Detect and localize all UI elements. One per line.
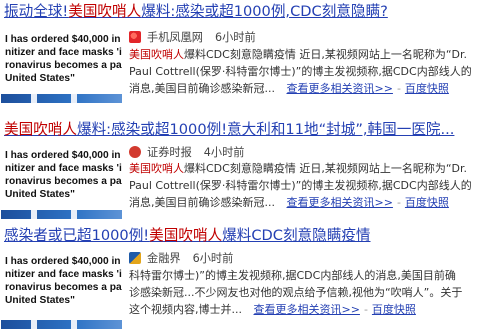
thumb-text-line: ronavirus becomes a pandem bbox=[5, 176, 122, 187]
phoenix-icon bbox=[129, 31, 141, 43]
result-snippet: 科特雷尔博士)”的博主发视频称,据CDC内部线人的消息,美国目前确 诊感染新冠.… bbox=[129, 267, 495, 318]
thumb-text-line: I has ordered $40,000 in han bbox=[5, 34, 122, 45]
result-title-link[interactable]: 美国吹哨人爆料:感染或超1000例!意大利和11地“封城”,韩国一医院... bbox=[4, 120, 497, 139]
securities-times-icon bbox=[129, 146, 141, 158]
title-prefix[interactable]: 感染者或已超1000例! bbox=[4, 227, 149, 244]
snippet-line: 美国吹哨人爆料CDC刻意隐瞒疫情 近日,某视频网站上一名昵称为“Dr. bbox=[129, 162, 468, 175]
result-source: 证券时报 4小时前 bbox=[129, 144, 244, 160]
source-name[interactable]: 证券时报 bbox=[147, 144, 192, 160]
result-thumbnail[interactable]: I has ordered $40,000 in han nitizer and… bbox=[1, 27, 122, 103]
baidu-snapshot-link[interactable]: 百度快照 bbox=[405, 196, 449, 209]
source-time: 4小时前 bbox=[203, 146, 245, 159]
snippet-line: 美国吹哨人爆料CDC刻意隐瞒疫情 近日,某视频网站上一名昵称为“Dr. bbox=[129, 48, 468, 61]
result-thumbnail[interactable]: I has ordered $40,000 in han nitizer and… bbox=[1, 143, 122, 219]
thumb-text-line: United States" bbox=[5, 73, 75, 84]
thumb-text-line: ronavirus becomes a pandem bbox=[5, 60, 122, 71]
snippet-line: 消息,美国目前确诊感染新冠... 查看更多相关资讯>> - 百度快照 bbox=[129, 82, 449, 95]
title-highlight[interactable]: 美国吹哨人 bbox=[4, 121, 77, 138]
snippet-line: Paul Cottrell(保罗·科特雷尔博士)”的博主发视频称,据CDC内部线… bbox=[129, 65, 472, 78]
more-news-link[interactable]: 查看更多相关资讯>> bbox=[287, 82, 393, 95]
result-title-link[interactable]: 振动全球!美国吹哨人爆料:感染或超1000例,CDC刻意隐瞒? bbox=[4, 2, 497, 21]
snippet-line: Paul Cottrell(保罗·科特雷尔博士)”的博主发视频称,据CDC内部线… bbox=[129, 179, 472, 192]
thumb-text-line: nitizer and face masks 'in case bbox=[5, 269, 122, 280]
more-news-link[interactable]: 查看更多相关资讯>> bbox=[254, 303, 360, 316]
thumb-text-line: nitizer and face masks 'in case bbox=[5, 47, 122, 58]
thumb-text-line: I has ordered $40,000 in han bbox=[5, 150, 122, 161]
snippet-line: 科特雷尔博士)”的博主发视频称,据CDC内部线人的消息,美国目前确 bbox=[129, 269, 456, 282]
result-source: 金融界 6小时前 bbox=[129, 250, 233, 266]
jrj-icon bbox=[129, 252, 141, 264]
baidu-snapshot-link[interactable]: 百度快照 bbox=[405, 82, 449, 95]
result-source: 手机凤凰网 6小时前 bbox=[129, 29, 256, 45]
result-snippet: 美国吹哨人爆料CDC刻意隐瞒疫情 近日,某视频网站上一名昵称为“Dr. Paul… bbox=[129, 46, 495, 97]
snippet-line: 这个视频内容,博士并... 查看更多相关资讯>> - 百度快照 bbox=[129, 303, 416, 316]
title-suffix[interactable]: 爆料:感染或超1000例,CDC刻意隐瞒? bbox=[141, 3, 388, 20]
thumb-text-line: I has ordered $40,000 in han bbox=[5, 256, 122, 267]
thumb-text-line: United States" bbox=[5, 189, 75, 200]
title-highlight[interactable]: 美国吹哨人 bbox=[149, 227, 222, 244]
result-snippet: 美国吹哨人爆料CDC刻意隐瞒疫情 近日,某视频网站上一名昵称为“Dr. Paul… bbox=[129, 160, 495, 211]
thumb-video-bar bbox=[1, 210, 122, 219]
title-prefix[interactable]: 振动全球! bbox=[4, 3, 68, 20]
source-name[interactable]: 手机凤凰网 bbox=[147, 29, 203, 45]
source-name[interactable]: 金融界 bbox=[147, 250, 181, 266]
snippet-line: 诊感染新冠...不少网友也对他的观点给予信赖,视他为“吹哨人”。关于 bbox=[129, 286, 463, 299]
thumb-text-line: ronavirus becomes a pandem bbox=[5, 282, 122, 293]
snippet-line: 消息,美国目前确诊感染新冠... 查看更多相关资讯>> - 百度快照 bbox=[129, 196, 449, 209]
thumb-text-line: nitizer and face masks 'in case bbox=[5, 163, 122, 174]
title-suffix[interactable]: 爆料:感染或超1000例!意大利和11地“封城”,韩国一医院... bbox=[77, 121, 454, 138]
thumb-text-line: United States" bbox=[5, 295, 75, 306]
result-thumbnail[interactable]: I has ordered $40,000 in han nitizer and… bbox=[1, 249, 122, 329]
source-time: 6小时前 bbox=[192, 252, 234, 265]
thumb-video-bar bbox=[1, 94, 122, 103]
title-highlight[interactable]: 美国吹哨人 bbox=[68, 3, 141, 20]
baidu-snapshot-link[interactable]: 百度快照 bbox=[372, 303, 416, 316]
source-time: 6小时前 bbox=[214, 31, 256, 44]
result-title-link[interactable]: 感染者或已超1000例!美国吹哨人爆料CDC刻意隐瞒疫情 bbox=[4, 226, 497, 245]
title-suffix[interactable]: 爆料CDC刻意隐瞒疫情 bbox=[222, 227, 370, 244]
more-news-link[interactable]: 查看更多相关资讯>> bbox=[287, 196, 393, 209]
